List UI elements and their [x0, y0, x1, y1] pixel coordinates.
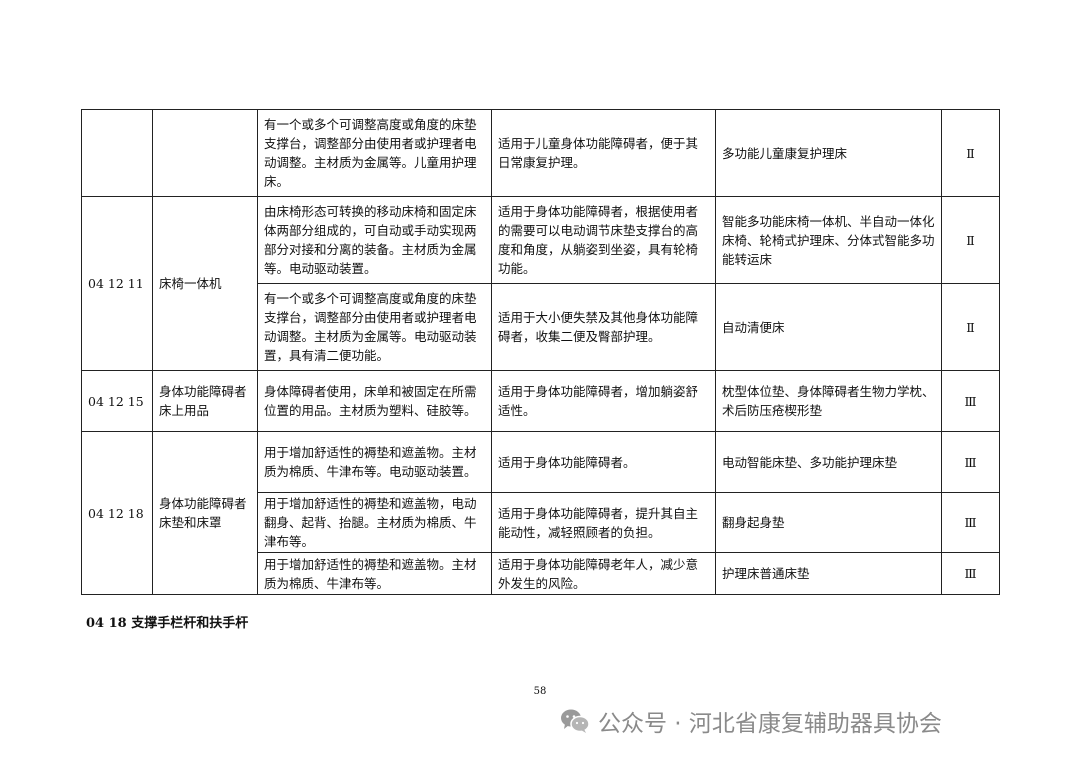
- management-class-cell: Ⅲ: [941, 492, 1000, 553]
- applicable-cell: 适用于身体功能障碍者。: [491, 431, 716, 493]
- management-class-cell: Ⅲ: [941, 552, 1000, 595]
- product-name-cell: 电动智能床垫、多功能护理床垫: [715, 431, 942, 493]
- applicable-cell: 适用于身体功能障碍老年人，减少意外发生的风险。: [491, 552, 716, 595]
- category-code-cell: 04 12 15: [81, 370, 153, 432]
- page-number: 58: [533, 686, 547, 697]
- section-heading: 04 18 支撑手栏杆和扶手杆: [86, 616, 249, 631]
- applicable-cell: 适用于身体功能障碍者，提升其自主能动性，减轻照顾者的负担。: [491, 492, 716, 553]
- description-cell: 有一个或多个可调整高度或角度的床垫支撑台，调整部分由使用者或护理者电动调整。主材…: [257, 283, 492, 371]
- category-name-cell: 身体功能障碍者床垫和床罩: [152, 431, 258, 595]
- description-cell: 有一个或多个可调整高度或角度的床垫支撑台，调整部分由使用者或护理者电动调整。主材…: [257, 109, 492, 197]
- product-classification-table: 有一个或多个可调整高度或角度的床垫支撑台，调整部分由使用者或护理者电动调整。主材…: [81, 109, 1000, 595]
- description-cell: 用于增加舒适性的褥垫和遮盖物，电动翻身、起背、抬腿。主材质为棉质、牛津布等。: [257, 492, 492, 553]
- category-name-cell: 身体功能障碍者床上用品: [152, 370, 258, 432]
- table-row: 04 12 15 身体功能障碍者床上用品 身体障碍者使用，床单和被固定在所需位置…: [81, 370, 1000, 432]
- description-cell: 用于增加舒适性的褥垫和遮盖物。主材质为棉质、牛津布等。: [257, 552, 492, 595]
- applicable-cell: 适用于身体功能障碍者，增加躺姿舒适性。: [491, 370, 716, 432]
- management-class-cell: Ⅲ: [941, 431, 1000, 493]
- category-code-cell: [81, 109, 153, 197]
- category-code-cell: 04 12 18: [81, 431, 153, 595]
- product-name-cell: 护理床普通床垫: [715, 552, 942, 595]
- product-name-cell: 枕型体位垫、身体障碍者生物力学枕、术后防压疮楔形垫: [715, 370, 942, 432]
- management-class-cell: Ⅱ: [941, 109, 1000, 197]
- management-class-cell: Ⅱ: [941, 196, 1000, 284]
- watermark-text: 公众号 · 河北省康复辅助器具协会: [598, 711, 942, 737]
- category-code-cell: 04 12 11: [81, 196, 153, 371]
- description-cell: 用于增加舒适性的褥垫和遮盖物。主材质为棉质、牛津布等。电动驱动装置。: [257, 431, 492, 493]
- product-name-cell: 自动清便床: [715, 283, 942, 371]
- applicable-cell: 适用于儿童身体功能障碍者，便于其日常康复护理。: [491, 109, 716, 197]
- category-name-cell: 床椅一体机: [152, 196, 258, 371]
- management-class-cell: Ⅱ: [941, 283, 1000, 371]
- table-row: 04 12 18 身体功能障碍者床垫和床罩 用于增加舒适性的褥垫和遮盖物。主材质…: [81, 431, 1000, 595]
- category-name-cell: [152, 109, 258, 197]
- management-class-cell: Ⅲ: [941, 370, 1000, 432]
- description-cell: 由床椅形态可转换的移动床椅和固定床体两部分组成的，可自动或手动实现两部分对接和分…: [257, 196, 492, 284]
- description-cell: 身体障碍者使用，床单和被固定在所需位置的用品。主材质为塑料、硅胶等。: [257, 370, 492, 432]
- table-row: 04 12 11 床椅一体机 由床椅形态可转换的移动床椅和固定床体两部分组成的，…: [81, 196, 1000, 371]
- product-name-cell: 翻身起身垫: [715, 492, 942, 553]
- applicable-cell: 适用于大小便失禁及其他身体功能障碍者，收集二便及臀部护理。: [491, 283, 716, 371]
- watermark: 公众号 · 河北省康复辅助器具协会: [560, 704, 942, 738]
- product-name-cell: 多功能儿童康复护理床: [715, 109, 942, 197]
- table-row: 有一个或多个可调整高度或角度的床垫支撑台，调整部分由使用者或护理者电动调整。主材…: [81, 109, 1000, 197]
- product-name-cell: 智能多功能床椅一体机、半自动一体化床椅、轮椅式护理床、分体式智能多功能转运床: [715, 196, 942, 284]
- applicable-cell: 适用于身体功能障碍者，根据使用者的需要可以电动调节床垫支撑台的高度和角度，从躺姿…: [491, 196, 716, 284]
- wechat-icon: [560, 708, 590, 734]
